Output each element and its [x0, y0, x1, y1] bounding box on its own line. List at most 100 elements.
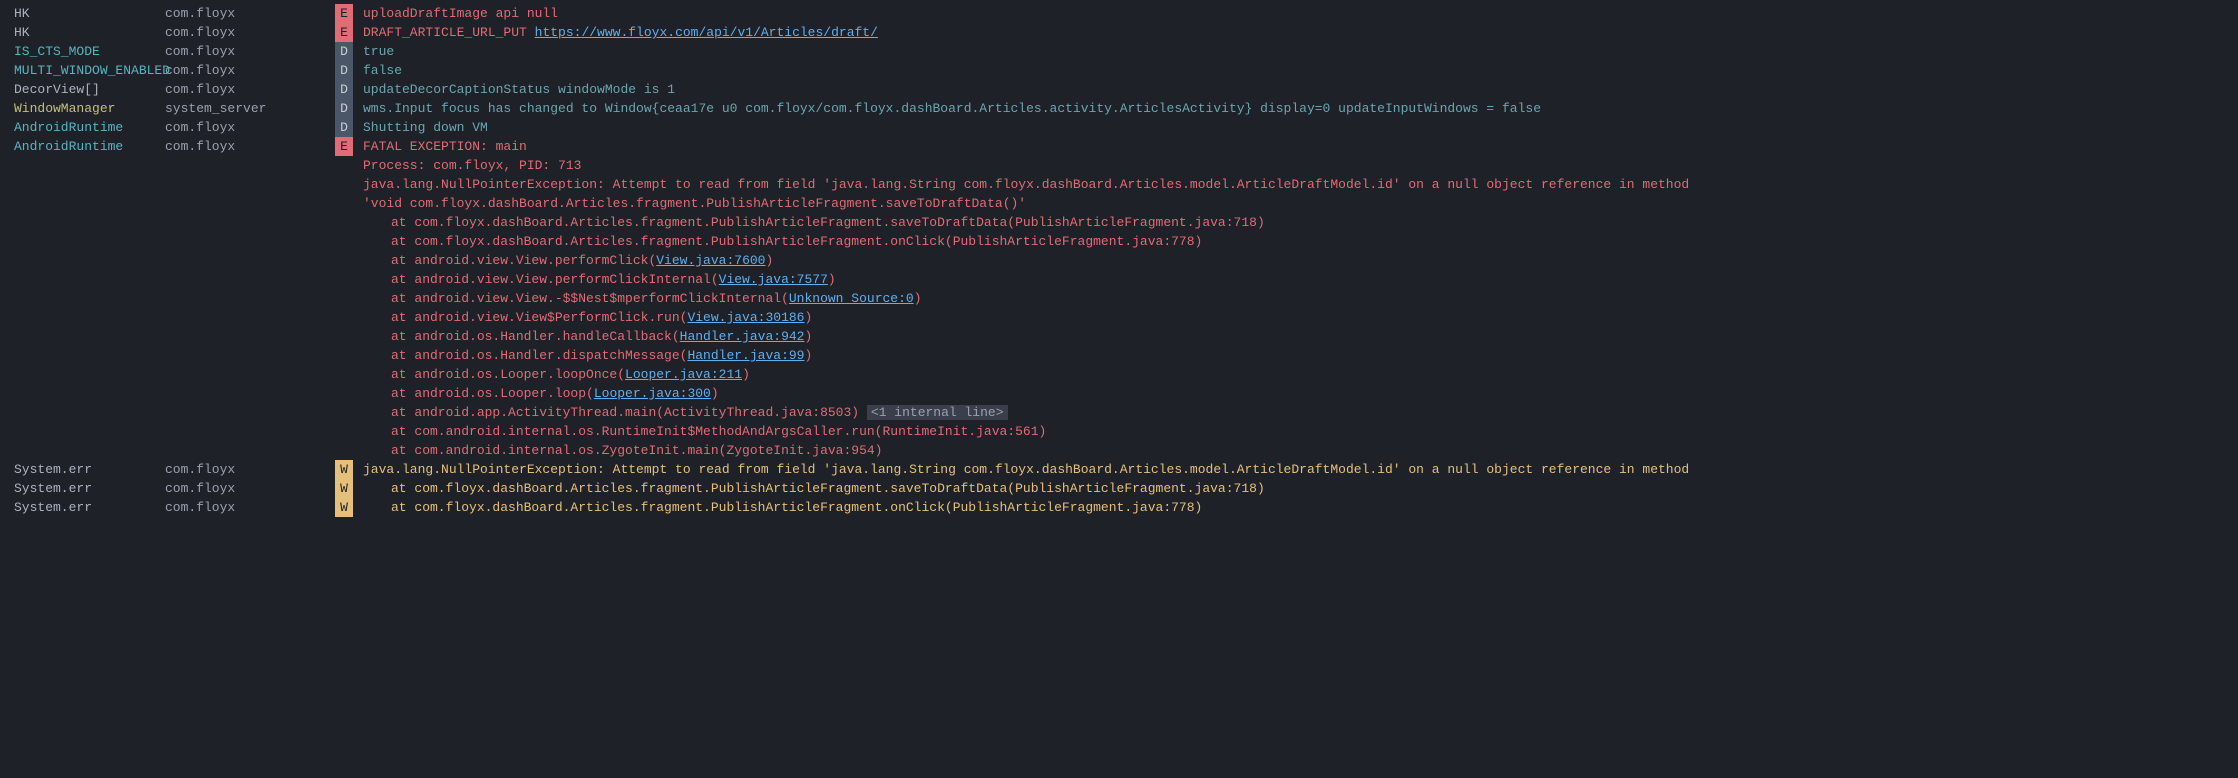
log-tag: System.err — [0, 460, 165, 479]
log-row[interactable]: at android.view.View$PerformClick.run(Vi… — [0, 308, 2238, 327]
log-message-text: at android.os.Looper.loop( — [391, 386, 594, 401]
log-package: com.floyx — [165, 42, 335, 61]
log-message[interactable]: Process: com.floyx, PID: 713 — [353, 156, 2238, 175]
log-tag: MULTI_WINDOW_ENABLED — [0, 61, 165, 80]
log-row[interactable]: at android.view.View.-$$Nest$mperformCli… — [0, 289, 2238, 308]
log-message-text: FATAL EXCEPTION: main — [363, 139, 527, 154]
source-link[interactable]: https://www.floyx.com/api/v1/Articles/dr… — [535, 25, 878, 40]
log-level-badge: E — [335, 4, 353, 23]
log-message-text: ) — [914, 291, 922, 306]
log-message[interactable]: at android.view.View$PerformClick.run(Vi… — [353, 308, 2238, 327]
log-message[interactable]: at android.view.View.-$$Nest$mperformCli… — [353, 289, 2238, 308]
log-message[interactable]: false — [353, 61, 2238, 80]
log-message[interactable]: uploadDraftImage api null — [353, 4, 2238, 23]
log-message[interactable]: at com.floyx.dashBoard.Articles.fragment… — [353, 213, 2238, 232]
source-link[interactable]: View.java:30186 — [687, 310, 804, 325]
log-message-text: at com.floyx.dashBoard.Articles.fragment… — [391, 481, 1265, 496]
log-row[interactable]: WindowManagersystem_serverDwms.Input foc… — [0, 99, 2238, 118]
log-row[interactable]: System.errcom.floyxWat com.floyx.dashBoa… — [0, 479, 2238, 498]
log-message-text: Process: com.floyx, PID: 713 — [363, 158, 581, 173]
log-row[interactable]: at com.android.internal.os.RuntimeInit$M… — [0, 422, 2238, 441]
log-message-text: at com.floyx.dashBoard.Articles.fragment… — [391, 500, 1202, 515]
log-message[interactable]: at com.android.internal.os.ZygoteInit.ma… — [353, 441, 2238, 460]
log-row[interactable]: AndroidRuntimecom.floyxEFATAL EXCEPTION:… — [0, 137, 2238, 156]
log-message-text: 'void com.floyx.dashBoard.Articles.fragm… — [363, 196, 1026, 211]
log-package: com.floyx — [165, 80, 335, 99]
log-row[interactable]: java.lang.NullPointerException: Attempt … — [0, 175, 2238, 194]
log-message-text: false — [363, 63, 402, 78]
log-message[interactable]: at android.app.ActivityThread.main(Activ… — [353, 403, 2238, 422]
log-message-text: at com.android.internal.os.ZygoteInit.ma… — [391, 443, 882, 458]
log-tag: HK — [0, 23, 165, 42]
log-tag: HK — [0, 4, 165, 23]
log-message[interactable]: true — [353, 42, 2238, 61]
log-row[interactable]: System.errcom.floyxWat com.floyx.dashBoa… — [0, 498, 2238, 517]
log-message[interactable]: updateDecorCaptionStatus windowMode is 1 — [353, 80, 2238, 99]
log-row[interactable]: AndroidRuntimecom.floyxDShutting down VM — [0, 118, 2238, 137]
log-message[interactable]: at com.floyx.dashBoard.Articles.fragment… — [353, 498, 2238, 517]
log-row[interactable]: at com.android.internal.os.ZygoteInit.ma… — [0, 441, 2238, 460]
source-link[interactable]: Handler.java:99 — [687, 348, 804, 363]
log-row[interactable]: HKcom.floyxEuploadDraftImage api null — [0, 4, 2238, 23]
log-row[interactable]: System.errcom.floyxWjava.lang.NullPointe… — [0, 460, 2238, 479]
log-message-text: java.lang.NullPointerException: Attempt … — [363, 462, 1689, 477]
log-message-text: at android.app.ActivityThread.main(Activ… — [391, 405, 867, 420]
log-message[interactable]: at android.view.View.performClickInterna… — [353, 270, 2238, 289]
log-row[interactable]: at android.os.Handler.dispatchMessage(Ha… — [0, 346, 2238, 365]
log-level-badge: W — [335, 460, 353, 479]
log-package: com.floyx — [165, 137, 335, 156]
log-message[interactable]: at android.os.Looper.loop(Looper.java:30… — [353, 384, 2238, 403]
log-message[interactable]: DRAFT_ARTICLE_URL_PUT https://www.floyx.… — [353, 23, 2238, 42]
log-message-text: true — [363, 44, 394, 59]
log-message[interactable]: Shutting down VM — [353, 118, 2238, 137]
source-link[interactable]: Unknown Source:0 — [789, 291, 914, 306]
source-link[interactable]: View.java:7600 — [656, 253, 765, 268]
source-link[interactable]: Looper.java:211 — [625, 367, 742, 382]
log-row[interactable]: at android.os.Looper.loop(Looper.java:30… — [0, 384, 2238, 403]
log-row[interactable]: at android.os.Looper.loopOnce(Looper.jav… — [0, 365, 2238, 384]
logcat-output[interactable]: HKcom.floyxEuploadDraftImage api nullHKc… — [0, 0, 2238, 521]
log-message-text: java.lang.NullPointerException: Attempt … — [363, 177, 1689, 192]
log-message[interactable]: at android.view.View.performClick(View.j… — [353, 251, 2238, 270]
log-row[interactable]: at android.app.ActivityThread.main(Activ… — [0, 403, 2238, 422]
log-message-text: uploadDraftImage api null — [363, 6, 558, 21]
log-message[interactable]: at android.os.Looper.loopOnce(Looper.jav… — [353, 365, 2238, 384]
log-row[interactable]: DecorView[]com.floyxDupdateDecorCaptionS… — [0, 80, 2238, 99]
log-message[interactable]: at com.floyx.dashBoard.Articles.fragment… — [353, 479, 2238, 498]
log-message-text: at com.android.internal.os.RuntimeInit$M… — [391, 424, 1046, 439]
collapsed-frames-badge[interactable]: <1 internal line> — [867, 405, 1008, 420]
log-row[interactable]: at com.floyx.dashBoard.Articles.fragment… — [0, 232, 2238, 251]
log-row[interactable]: at android.view.View.performClick(View.j… — [0, 251, 2238, 270]
log-tag: AndroidRuntime — [0, 137, 165, 156]
log-message-text: at android.view.View.performClick( — [391, 253, 656, 268]
log-row[interactable]: at android.os.Handler.handleCallback(Han… — [0, 327, 2238, 346]
log-message[interactable]: 'void com.floyx.dashBoard.Articles.fragm… — [353, 194, 2238, 213]
log-level-badge: D — [335, 99, 353, 118]
log-message[interactable]: wms.Input focus has changed to Window{ce… — [353, 99, 2238, 118]
log-message-text: ) — [804, 310, 812, 325]
log-package: com.floyx — [165, 118, 335, 137]
log-tag: WindowManager — [0, 99, 165, 118]
log-row[interactable]: Process: com.floyx, PID: 713 — [0, 156, 2238, 175]
log-tag: System.err — [0, 479, 165, 498]
log-tag: System.err — [0, 498, 165, 517]
log-package: system_server — [165, 99, 335, 118]
log-row[interactable]: MULTI_WINDOW_ENABLEDcom.floyxDfalse — [0, 61, 2238, 80]
log-row[interactable]: 'void com.floyx.dashBoard.Articles.fragm… — [0, 194, 2238, 213]
log-row[interactable]: HKcom.floyxEDRAFT_ARTICLE_URL_PUT https:… — [0, 23, 2238, 42]
log-message-text: at android.os.Handler.handleCallback( — [391, 329, 680, 344]
log-message[interactable]: at android.os.Handler.dispatchMessage(Ha… — [353, 346, 2238, 365]
log-message[interactable]: at android.os.Handler.handleCallback(Han… — [353, 327, 2238, 346]
log-message[interactable]: java.lang.NullPointerException: Attempt … — [353, 175, 2238, 194]
log-row[interactable]: at com.floyx.dashBoard.Articles.fragment… — [0, 213, 2238, 232]
source-link[interactable]: Looper.java:300 — [594, 386, 711, 401]
log-message[interactable]: FATAL EXCEPTION: main — [353, 137, 2238, 156]
log-message[interactable]: at com.android.internal.os.RuntimeInit$M… — [353, 422, 2238, 441]
log-message[interactable]: at com.floyx.dashBoard.Articles.fragment… — [353, 232, 2238, 251]
source-link[interactable]: View.java:7577 — [719, 272, 828, 287]
log-row[interactable]: IS_CTS_MODEcom.floyxDtrue — [0, 42, 2238, 61]
log-level-badge: D — [335, 61, 353, 80]
source-link[interactable]: Handler.java:942 — [680, 329, 805, 344]
log-message[interactable]: java.lang.NullPointerException: Attempt … — [353, 460, 2238, 479]
log-row[interactable]: at android.view.View.performClickInterna… — [0, 270, 2238, 289]
